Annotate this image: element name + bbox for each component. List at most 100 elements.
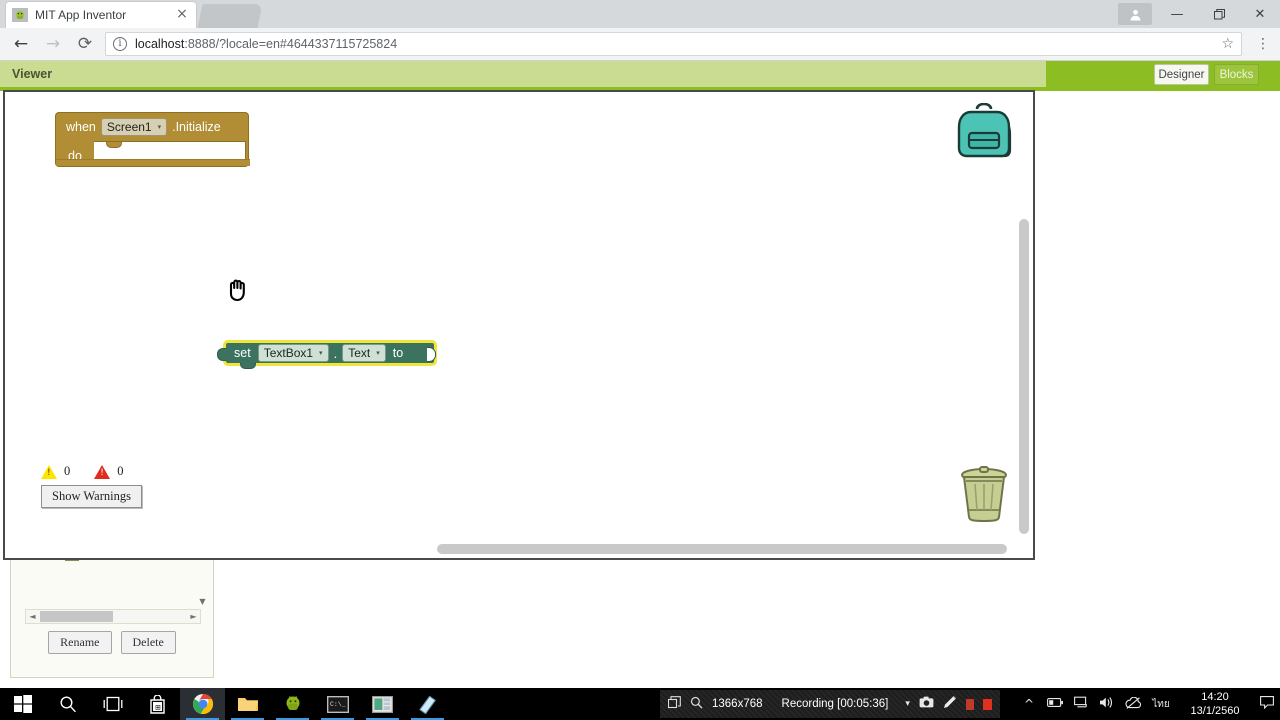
dot-separator: . (333, 345, 338, 361)
browser-tab-strip: MIT App Inventor × — ✕ (0, 0, 1280, 28)
screen-root: MIT App Inventor × — ✕ ← → ⟳ i localhost… (0, 0, 1280, 720)
chrome-menu-icon[interactable]: ⋮ (1250, 36, 1276, 52)
block-to-label: to (392, 346, 404, 360)
block-set-label: set (234, 346, 251, 360)
scroll-down-icon[interactable]: ▼ (197, 596, 208, 608)
scrollbar-thumb[interactable] (1019, 219, 1029, 534)
scrollbar-thumb[interactable] (437, 544, 1007, 554)
battery-icon[interactable] (1042, 697, 1068, 711)
chevron-down-icon: ▾ (157, 123, 162, 131)
android-button[interactable] (270, 688, 315, 720)
task-view-button[interactable] (90, 688, 135, 720)
recorder-resolution: 1366x768 (712, 698, 763, 710)
component-dropdown-label: Screen1 (106, 120, 152, 134)
error-count: 0 (117, 464, 124, 478)
chevron-down-icon[interactable]: ▾ (905, 699, 910, 709)
start-button[interactable] (0, 688, 45, 720)
workspace-horizontal-scrollbar[interactable] (5, 544, 1033, 555)
block-bottom-notch (240, 363, 256, 369)
scroll-left-icon[interactable]: ◄ (26, 612, 39, 621)
tree-action-buttons: Rename Delete (11, 631, 213, 654)
delete-button[interactable]: Delete (120, 631, 176, 654)
url-host: localhost (135, 37, 185, 51)
camera-icon[interactable] (919, 696, 934, 712)
browser-tab-title: MIT App Inventor (35, 8, 127, 22)
maximize-icon[interactable] (1198, 0, 1240, 28)
minimize-icon[interactable]: — (1156, 0, 1198, 28)
block-when-label: when (66, 120, 96, 134)
chevron-down-icon: ▾ (319, 349, 323, 357)
setter-component-label: TextBox1 (263, 346, 314, 360)
emulator-button[interactable] (360, 688, 405, 720)
store-button[interactable]: ⊞ (135, 688, 180, 720)
designer-tab-button[interactable]: Designer (1154, 64, 1209, 85)
address-bar-url: localhost:8888/?locale=en#46443371157258… (135, 37, 397, 51)
close-icon[interactable]: × (174, 7, 190, 23)
app-inventor-icon (12, 7, 28, 23)
network-icon[interactable] (1068, 696, 1094, 712)
reload-icon[interactable]: ⟳ (69, 30, 101, 58)
workspace-vertical-scrollbar[interactable] (1019, 94, 1030, 556)
value-socket[interactable] (427, 347, 436, 362)
window-icon[interactable] (667, 695, 681, 713)
block-set-textbox1-text[interactable]: set TextBox1 ▾ . Text ▾ to (217, 340, 437, 369)
block-footer (56, 159, 250, 166)
new-tab-icon[interactable] (197, 4, 263, 28)
block-header-row: when Screen1 ▾ .Initialize (56, 115, 221, 139)
block-event-label: .Initialize (172, 120, 221, 134)
viewer-panel: Viewer when Screen1 ▾ .Initialize do set… (0, 61, 1046, 621)
back-icon[interactable]: ← (5, 30, 37, 58)
show-hidden-icons-chevron-icon[interactable]: ^ (1016, 697, 1042, 711)
profile-button[interactable] (1118, 3, 1152, 25)
browser-toolbar: ← → ⟳ i localhost:8888/?locale=en#464433… (0, 28, 1280, 61)
component-dropdown[interactable]: Screen1 ▾ (100, 118, 168, 136)
setter-property-label: Text (348, 346, 371, 360)
trashcan-icon[interactable] (957, 462, 1011, 524)
clock[interactable]: 14:20 13/1/2560 (1176, 690, 1254, 718)
onedrive-icon[interactable] (1120, 696, 1146, 712)
clock-date: 13/1/2560 (1190, 705, 1240, 717)
warning-count: 0 (64, 464, 71, 478)
volume-icon[interactable] (1094, 696, 1120, 712)
block-when-screen1-initialize[interactable]: when Screen1 ▾ .Initialize do (55, 112, 250, 167)
pen-icon[interactable] (943, 695, 957, 713)
address-bar[interactable]: i localhost:8888/?locale=en#464433711572… (105, 32, 1242, 56)
warning-count-item: 0 (41, 464, 70, 479)
recorder-button[interactable] (405, 688, 450, 720)
bookmark-star-icon[interactable]: ☆ (1221, 36, 1234, 52)
setter-component-dropdown[interactable]: TextBox1 ▾ (257, 344, 329, 362)
console-button[interactable]: C:\_ (315, 688, 360, 720)
app-inventor-page: Cal1 Screen1 ▾ Add Screen ... Remove Scr… (0, 61, 1280, 720)
setter-property-dropdown[interactable]: Text ▾ (342, 344, 386, 362)
chrome-button[interactable] (180, 688, 225, 720)
rename-button[interactable]: Rename (48, 631, 112, 654)
slot-notch-icon (106, 142, 122, 148)
scroll-right-icon[interactable]: ► (187, 612, 200, 621)
forward-icon[interactable]: → (37, 30, 69, 58)
backpack-icon[interactable] (953, 102, 1015, 161)
stop-icon[interactable] (982, 698, 992, 710)
magnifier-icon[interactable] (690, 696, 703, 713)
show-warnings-button[interactable]: Show Warnings (41, 485, 142, 508)
screen-recorder-toolbar[interactable]: 1366x768 Recording [00:05:36] ▾ (660, 690, 1000, 718)
warnings-indicator: 0 0 Show Warnings (41, 464, 142, 508)
warning-triangle-icon (41, 464, 57, 479)
block-left-tab (217, 348, 226, 361)
explorer-button[interactable] (225, 688, 270, 720)
scrollbar-thumb[interactable] (40, 611, 113, 622)
pause-icon[interactable] (965, 698, 974, 710)
action-center-icon[interactable] (1254, 695, 1280, 713)
browser-tab[interactable]: MIT App Inventor × (6, 2, 196, 28)
recorder-status: Recording [00:05:36] (781, 698, 889, 710)
open-hand-cursor-icon (227, 278, 249, 304)
window-close-icon[interactable]: ✕ (1240, 0, 1280, 28)
search-button[interactable] (45, 688, 90, 720)
blocks-tab-button[interactable]: Blocks (1214, 64, 1259, 85)
blocks-workspace[interactable]: when Screen1 ▾ .Initialize do set TextBo… (3, 90, 1035, 560)
svg-text:C:\_: C:\_ (330, 701, 346, 708)
tree-horizontal-scrollbar[interactable]: ◄ ► (25, 609, 201, 624)
viewer-title: Viewer (0, 61, 1046, 87)
language-indicator[interactable]: ไทย (1146, 697, 1176, 712)
site-info-icon[interactable]: i (113, 37, 127, 51)
chevron-down-icon: ▾ (376, 349, 380, 357)
